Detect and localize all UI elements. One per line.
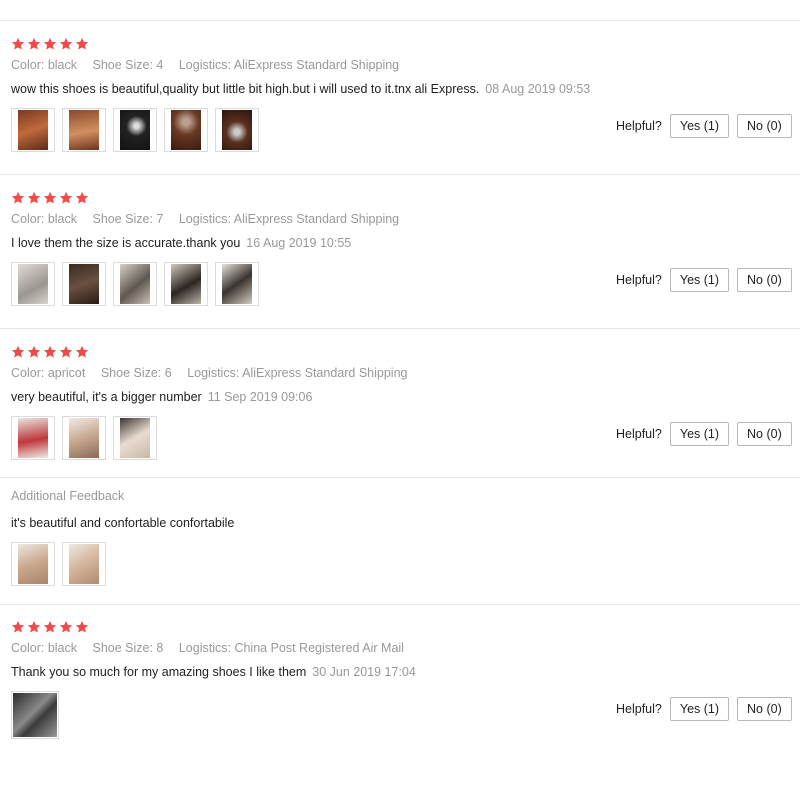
divider	[0, 604, 800, 605]
helpful-voting: Helpful? Yes (1) No (0)	[616, 268, 792, 292]
review-size: Shoe Size: 7	[92, 212, 164, 226]
review-logistics: Logistics: AliExpress Standard Shipping	[187, 366, 408, 380]
helpful-label: Helpful?	[616, 427, 662, 441]
divider	[0, 328, 800, 329]
review-photo[interactable]	[113, 108, 157, 152]
helpful-no-button[interactable]: No (0)	[737, 422, 792, 446]
star-icon	[11, 37, 25, 50]
star-icon	[75, 345, 89, 358]
review-photo[interactable]	[113, 262, 157, 306]
review-color: Color: black	[11, 58, 77, 72]
helpful-no-button[interactable]: No (0)	[737, 268, 792, 292]
review-photo[interactable]	[62, 542, 106, 586]
star-icon	[11, 191, 25, 204]
star-rating	[11, 345, 89, 361]
review-text-line: I love them the size is accurate.thank y…	[11, 236, 351, 250]
review-photos	[11, 262, 259, 306]
review-photo[interactable]	[62, 262, 106, 306]
helpful-voting: Helpful? Yes (1) No (0)	[616, 114, 792, 138]
star-icon	[27, 620, 41, 633]
additional-feedback-text: it's beautiful and confortable confortab…	[11, 516, 235, 530]
review-logistics: Logistics: AliExpress Standard Shipping	[178, 58, 400, 72]
star-icon	[59, 345, 73, 358]
review-logistics: Logistics: AliExpress Standard Shipping	[178, 212, 400, 226]
star-icon	[11, 345, 25, 358]
star-icon	[43, 620, 57, 633]
review-size: Shoe Size: 4	[92, 58, 164, 72]
star-icon	[75, 191, 89, 204]
star-icon	[59, 620, 73, 633]
review-color: Color: black	[11, 212, 77, 226]
review-photo[interactable]	[215, 108, 259, 152]
review-date: 30 Jun 2019 17:04	[312, 665, 416, 679]
helpful-label: Helpful?	[616, 119, 662, 133]
review-size: Shoe Size: 8	[92, 641, 164, 655]
review-photo[interactable]	[62, 416, 106, 460]
star-icon	[27, 191, 41, 204]
review-text: I love them the size is accurate.thank y…	[11, 236, 241, 250]
star-icon	[27, 37, 41, 50]
review-photo[interactable]	[11, 542, 55, 586]
review-photos	[11, 691, 59, 739]
star-icon	[11, 620, 25, 633]
review-meta: Color: black Shoe Size: 4 Logistics: Ali…	[11, 58, 411, 72]
additional-feedback-heading: Additional Feedback	[11, 489, 125, 503]
helpful-voting: Helpful? Yes (1) No (0)	[616, 697, 792, 721]
review-photos	[11, 416, 157, 460]
additional-feedback-photos	[11, 542, 106, 586]
helpful-yes-button[interactable]: Yes (1)	[669, 422, 730, 446]
review-size: Shoe Size: 6	[100, 366, 172, 380]
star-icon	[59, 37, 73, 50]
review-photos	[11, 108, 259, 152]
star-icon	[27, 345, 41, 358]
review-photo[interactable]	[62, 108, 106, 152]
review-photo[interactable]	[164, 262, 208, 306]
review-text: very beautiful, it's a bigger number	[11, 390, 202, 404]
helpful-no-button[interactable]: No (0)	[737, 697, 792, 721]
review-photo[interactable]	[164, 108, 208, 152]
review-photo[interactable]	[113, 416, 157, 460]
star-icon	[75, 37, 89, 50]
review-text-line: wow this shoes is beautiful,quality but …	[11, 82, 590, 96]
helpful-label: Helpful?	[616, 702, 662, 716]
review-color: Color: apricot	[11, 366, 86, 380]
review-text: Thank you so much for my amazing shoes I…	[11, 665, 307, 679]
review-meta: Color: black Shoe Size: 8 Logistics: Chi…	[11, 641, 416, 655]
review-meta: Color: apricot Shoe Size: 6 Logistics: A…	[11, 366, 419, 380]
review-meta: Color: black Shoe Size: 7 Logistics: Ali…	[11, 212, 411, 226]
review-date: 11 Sep 2019 09:06	[207, 390, 313, 404]
star-icon	[43, 37, 57, 50]
helpful-yes-button[interactable]: Yes (1)	[669, 268, 730, 292]
review-text-line: very beautiful, it's a bigger number 11 S…	[11, 390, 312, 404]
review-date: 08 Aug 2019 09:53	[485, 82, 591, 96]
review-photo[interactable]	[11, 108, 55, 152]
review-date: 16 Aug 2019 10:55	[246, 236, 352, 250]
star-rating	[11, 191, 89, 207]
helpful-yes-button[interactable]: Yes (1)	[669, 697, 730, 721]
helpful-no-button[interactable]: No (0)	[737, 114, 792, 138]
divider	[0, 477, 800, 478]
divider	[0, 20, 800, 21]
helpful-yes-button[interactable]: Yes (1)	[669, 114, 730, 138]
review-color: Color: black	[11, 641, 77, 655]
star-icon	[43, 191, 57, 204]
review-photo[interactable]	[11, 262, 55, 306]
review-photo[interactable]	[215, 262, 259, 306]
helpful-label: Helpful?	[616, 273, 662, 287]
star-icon	[59, 191, 73, 204]
review-photo[interactable]	[11, 691, 59, 739]
star-icon	[43, 345, 57, 358]
helpful-voting: Helpful? Yes (1) No (0)	[616, 422, 792, 446]
star-rating	[11, 620, 89, 636]
review-text: wow this shoes is beautiful,quality but …	[11, 82, 480, 96]
star-icon	[75, 620, 89, 633]
review-logistics: Logistics: China Post Registered Air Mai…	[178, 641, 404, 655]
divider	[0, 174, 800, 175]
review-text-line: Thank you so much for my amazing shoes I…	[11, 665, 416, 679]
star-rating	[11, 37, 89, 53]
review-photo[interactable]	[11, 416, 55, 460]
